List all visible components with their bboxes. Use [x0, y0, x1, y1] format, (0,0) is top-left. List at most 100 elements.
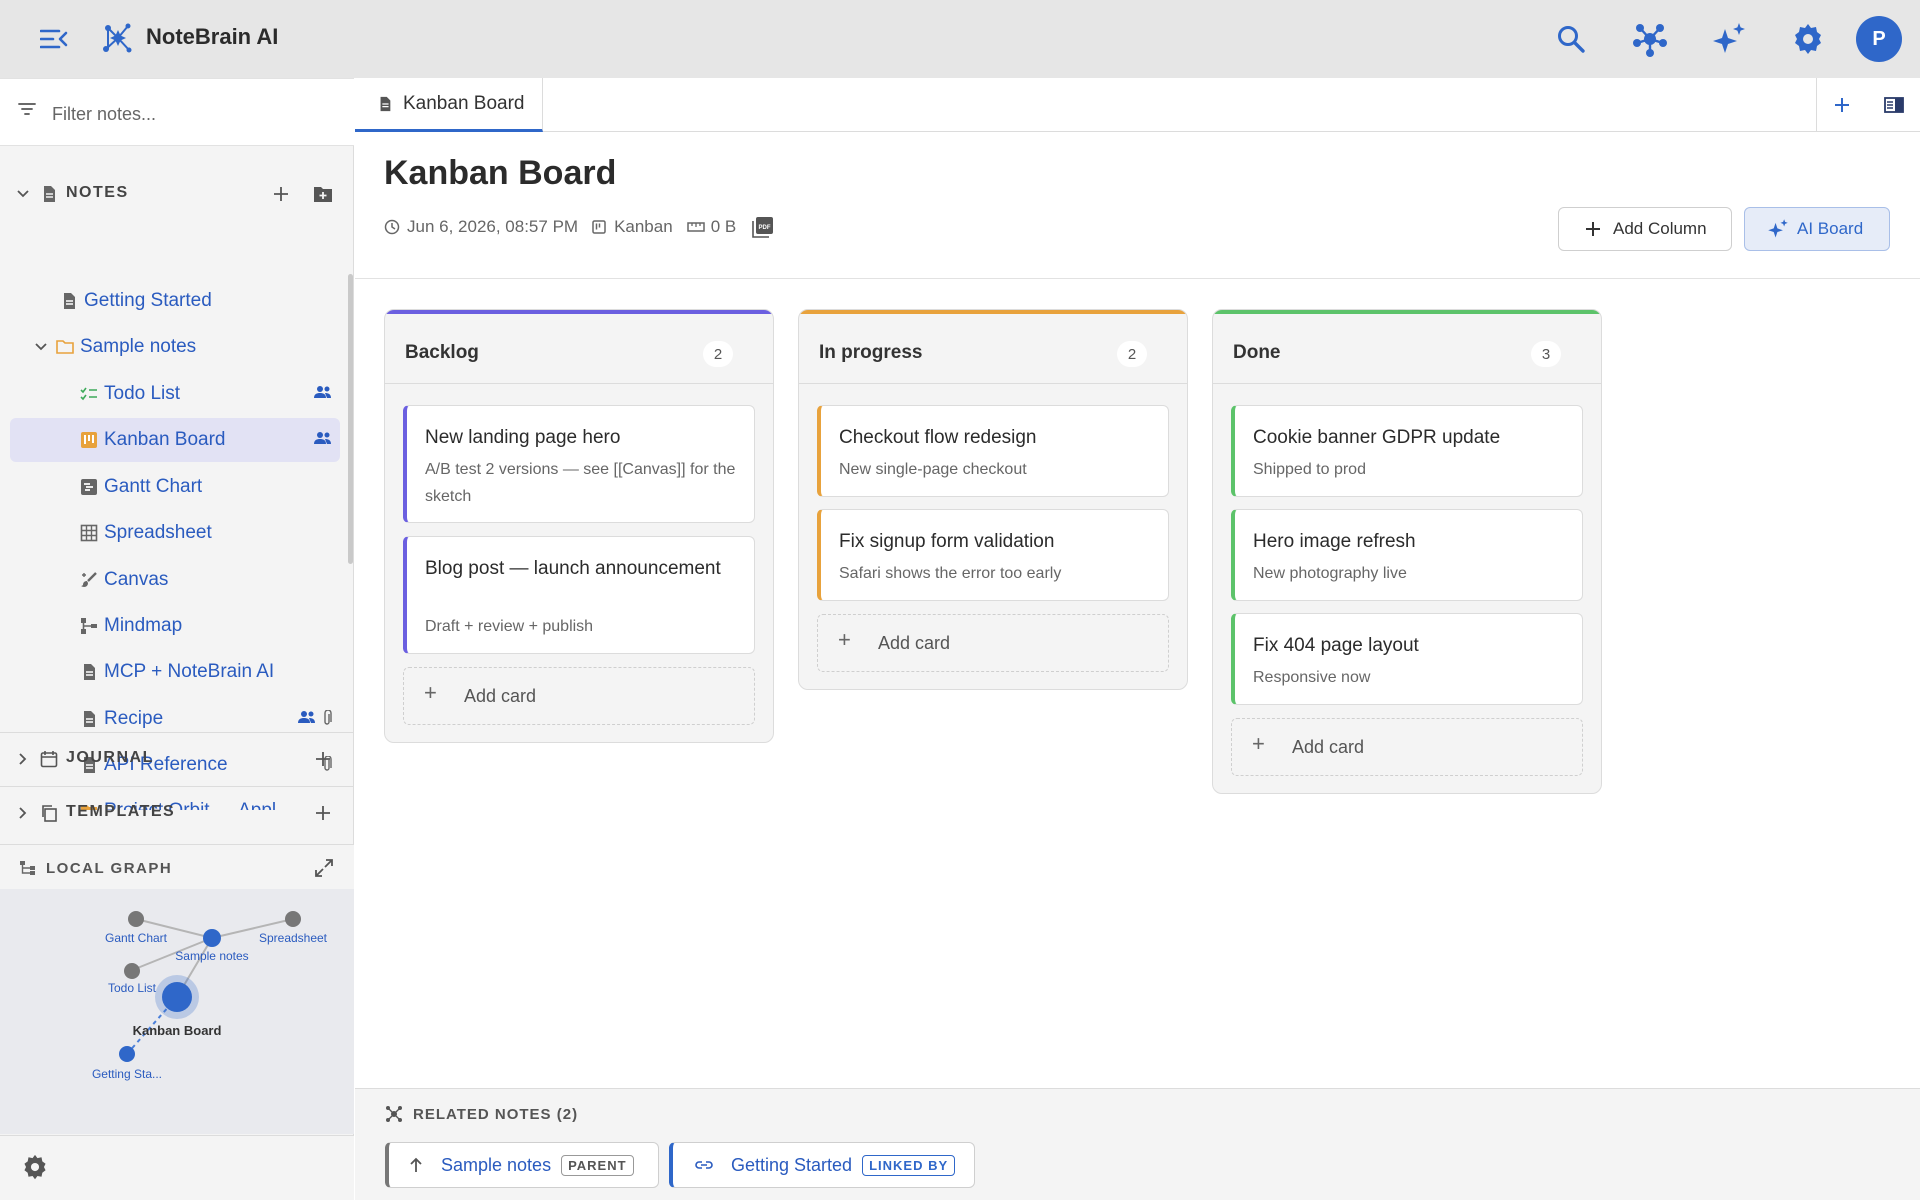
- local-graph[interactable]: Gantt Chart Sample notes Spreadsheet Tod…: [0, 889, 354, 1134]
- notes-section-header[interactable]: NOTES: [0, 168, 354, 220]
- brush-icon: [81, 572, 97, 587]
- plus-icon: +: [838, 627, 851, 652]
- graph-node-todo[interactable]: [124, 963, 140, 979]
- add-card-button[interactable]: + Add card: [1231, 718, 1583, 776]
- document-icon: [84, 711, 95, 727]
- copy-icon: [42, 805, 57, 822]
- tree-item-gantt-chart[interactable]: Gantt Chart: [80, 465, 340, 509]
- document-icon: [64, 293, 75, 309]
- kanban-card[interactable]: New landing page hero A/B test 2 version…: [403, 405, 755, 523]
- graph-label: Getting Sta...: [92, 1067, 162, 1081]
- kanban-card[interactable]: Cookie banner GDPR update Shipped to pro…: [1231, 405, 1583, 497]
- graph-tree-icon: [20, 861, 35, 875]
- filter-icon[interactable]: [18, 101, 36, 117]
- app-title: NoteBrain AI: [146, 24, 279, 49]
- add-card-button[interactable]: + Add card: [403, 667, 755, 725]
- local-graph-label: LOCAL GRAPH: [46, 860, 173, 877]
- plus-icon: +: [1252, 731, 1265, 756]
- kanban-card[interactable]: Hero image refresh New photography live: [1231, 509, 1583, 601]
- graph-node-sample-notes[interactable]: [203, 929, 221, 947]
- related-chip-sample-notes[interactable]: Sample notes PARENT: [385, 1142, 659, 1188]
- add-folder-icon[interactable]: [310, 181, 336, 207]
- page-type: Kanban: [614, 217, 673, 236]
- related-chip-getting-started[interactable]: Getting Started LINKED BY: [669, 1142, 975, 1188]
- tree-item-todo-list[interactable]: Todo List: [80, 372, 340, 416]
- graph-node-getting-started[interactable]: [119, 1046, 135, 1062]
- related-notes-panel: RELATED NOTES (2) Sample notes PARENT Ge…: [355, 1088, 1920, 1200]
- related-badge: LINKED BY: [862, 1154, 956, 1176]
- tree-item-mcp[interactable]: MCP + NoteBrain AI: [80, 650, 340, 694]
- tree-item-sample-notes[interactable]: Sample notes: [34, 325, 334, 369]
- chevron-down-icon[interactable]: [34, 340, 48, 354]
- folder-icon: [56, 340, 74, 354]
- add-template-icon[interactable]: [310, 800, 336, 826]
- user-avatar[interactable]: P: [1856, 16, 1902, 62]
- journal-section-header[interactable]: JOURNAL: [0, 732, 354, 784]
- ruler-icon: [686, 222, 705, 232]
- chevron-right-icon[interactable]: [16, 806, 30, 820]
- arrow-up-icon: [410, 1157, 422, 1172]
- expand-icon[interactable]: [314, 858, 334, 878]
- tree-item-getting-started[interactable]: Getting Started: [60, 279, 340, 323]
- chevron-down-icon[interactable]: [16, 187, 30, 201]
- card-desc: Draft + review + publish: [425, 618, 594, 635]
- search-icon[interactable]: [1549, 17, 1593, 61]
- gantt-icon: [81, 479, 97, 495]
- journal-section-label: JOURNAL: [66, 749, 154, 766]
- column-header[interactable]: In progress 2: [799, 314, 1187, 384]
- new-tab-icon[interactable]: [1833, 96, 1851, 114]
- related-chip-label: Getting Started: [731, 1154, 853, 1175]
- collapse-sidebar-icon[interactable]: [38, 24, 70, 54]
- attachment-icon: [324, 710, 332, 725]
- kanban-card[interactable]: Blog post — launch announcement Draft + …: [403, 536, 755, 654]
- add-note-icon[interactable]: [268, 181, 294, 207]
- ai-board-label: AI Board: [1797, 219, 1864, 238]
- tree-item-label: Todo List: [104, 383, 181, 404]
- graph-node-kanban[interactable]: [162, 982, 192, 1012]
- add-column-button[interactable]: Add Column: [1558, 207, 1732, 251]
- header-divider: [355, 278, 1920, 279]
- tab-kanban-board[interactable]: Kanban Board: [355, 78, 543, 132]
- card-desc: Shipped to prod: [1253, 461, 1366, 478]
- tree-item-label: Canvas: [104, 569, 169, 590]
- card-title: Fix 404 page layout: [1253, 635, 1419, 656]
- notes-tree: Getting Started Sample notes Todo List K…: [0, 275, 354, 810]
- column-header[interactable]: Done 3: [1213, 314, 1601, 384]
- shared-icon: [314, 432, 331, 444]
- ai-sparkle-icon: [1768, 219, 1788, 238]
- ai-sparkle-icon[interactable]: [1707, 17, 1751, 61]
- card-title: Cookie banner GDPR update: [1253, 427, 1501, 448]
- settings-gear-icon[interactable]: [1786, 17, 1830, 61]
- kanban-card[interactable]: Checkout flow redesign New single-page c…: [817, 405, 1169, 497]
- add-card-button[interactable]: + Add card: [817, 614, 1169, 672]
- sidebar-scrollbar[interactable]: [348, 274, 353, 564]
- ai-board-button[interactable]: AI Board: [1744, 207, 1890, 251]
- templates-section-header[interactable]: TEMPLATES: [0, 786, 354, 838]
- grid-icon: [80, 524, 98, 542]
- related-notes-header: RELATED NOTES (2): [385, 1105, 578, 1123]
- column-header[interactable]: Backlog 2: [385, 314, 773, 384]
- filter-notes-input[interactable]: [52, 99, 342, 129]
- tree-item-label: Getting Started: [84, 290, 212, 311]
- graph-view-icon[interactable]: [1628, 17, 1672, 61]
- add-journal-icon[interactable]: [310, 746, 336, 772]
- kanban-card[interactable]: Fix 404 page layout Responsive now: [1231, 613, 1583, 705]
- split-view-icon[interactable]: [1883, 96, 1904, 114]
- tree-item-spreadsheet[interactable]: Spreadsheet: [80, 511, 340, 555]
- tree-item-canvas[interactable]: Canvas: [80, 558, 340, 602]
- tree-item-label: MCP + NoteBrain AI: [104, 661, 275, 682]
- chevron-right-icon[interactable]: [16, 752, 30, 766]
- graph-node-spreadsheet[interactable]: [285, 911, 301, 927]
- local-graph-canvas[interactable]: Gantt Chart Sample notes Spreadsheet Tod…: [0, 889, 354, 1134]
- notes-section-label: NOTES: [66, 184, 129, 201]
- tree-item-kanban-board[interactable]: Kanban Board: [10, 418, 340, 462]
- pdf-export-icon[interactable]: PDF: [752, 216, 774, 238]
- column-count: 3: [1531, 341, 1561, 367]
- kanban-card[interactable]: Fix signup form validation Safari shows …: [817, 509, 1169, 601]
- settings-gear-icon[interactable]: [22, 1154, 48, 1180]
- top-bar: NoteBrain AI P: [0, 0, 1920, 78]
- shared-icon: [298, 711, 315, 723]
- tree-item-mindmap[interactable]: Mindmap: [80, 604, 340, 648]
- graph-node-gantt[interactable]: [128, 911, 144, 927]
- card-desc: New photography live: [1253, 565, 1407, 582]
